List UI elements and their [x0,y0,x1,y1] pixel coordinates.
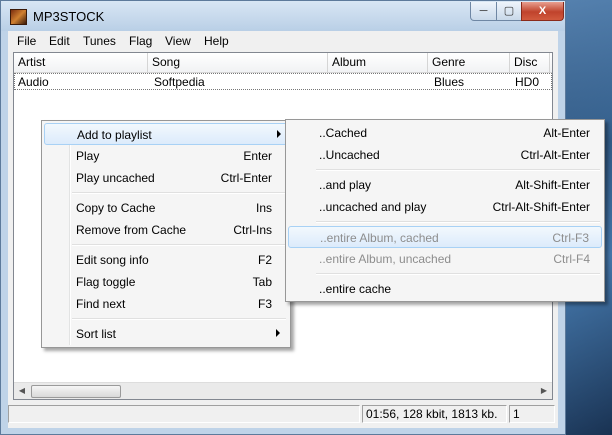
menu-item-shortcut: Ctrl-Alt-Enter [520,148,590,162]
column-header-song[interactable]: Song [148,53,328,72]
menu-help[interactable]: Help [204,34,229,48]
menu-item-shortcut: Ins [255,201,272,215]
menu-item-play-uncached[interactable]: Play uncached Ctrl-Enter [44,167,288,189]
menu-item-edit-song-info[interactable]: Edit song info F2 [44,249,288,271]
menu-item-shortcut: Alt-Enter [543,126,590,140]
menu-item-find-next[interactable]: Find next F3 [44,293,288,315]
menu-item-label: Play [76,149,100,163]
menu-separator [72,192,286,194]
menu-item-label: Find next [76,297,126,311]
menu-item-shortcut: Alt-Shift-Enter [515,178,590,192]
scroll-right-arrow-icon[interactable]: ▶ [536,384,552,398]
list-header: Artist Song Album Genre Disc [14,53,552,73]
menu-item-shortcut: Ctrl-F3 [552,231,589,245]
menu-item-label: ..and play [319,178,372,192]
menu-separator [316,221,600,223]
menu-item-label: Play uncached [76,171,155,185]
menu-item-label: Flag toggle [76,275,136,289]
window-title: MP3STOCK [33,9,105,24]
submenu-item-cached[interactable]: ..Cached Alt-Enter [288,122,602,144]
menu-view[interactable]: View [165,34,191,48]
menu-item-label: ..uncached and play [319,200,427,214]
menu-item-sort-list[interactable]: Sort list [44,323,288,345]
cell-disc: HD0 [515,75,540,89]
menu-item-label: Edit song info [76,253,149,267]
menu-item-label: Copy to Cache [76,201,156,215]
menu-separator [72,244,286,246]
menu-item-add-to-playlist[interactable]: Add to playlist [44,123,288,145]
table-row[interactable]: Audio Softpedia Blues HD0 [14,73,552,90]
submenu-item-entire-album-uncached[interactable]: ..entire Album, uncached Ctrl-F4 [288,248,602,270]
menu-item-copy-to-cache[interactable]: Copy to Cache Ins [44,197,288,219]
status-panel-empty [8,405,360,423]
status-bar: 01:56, 128 kbit, 1813 kb. 1 [8,403,558,427]
menu-item-label: Add to playlist [77,128,152,142]
context-menu: Add to playlist Play Enter Play uncached… [41,120,291,348]
cell-artist: Audio [18,75,49,89]
submenu-item-and-play[interactable]: ..and play Alt-Shift-Enter [288,174,602,196]
menu-bar: File Edit Tunes Flag View Help [8,31,558,51]
menu-item-label: ..Cached [319,126,368,140]
menu-item-remove-from-cache[interactable]: Remove from Cache Ctrl-Ins [44,219,288,241]
menu-item-shortcut: Ctrl-Enter [220,171,272,185]
menu-item-shortcut: Tab [252,275,272,289]
menu-item-play[interactable]: Play Enter [44,145,288,167]
menu-item-label: ..entire Album, cached [320,231,439,245]
cell-genre: Blues [434,75,465,89]
menu-item-shortcut: F3 [257,297,272,311]
scrollbar-thumb[interactable] [31,385,121,398]
column-header-genre[interactable]: Genre [428,53,510,72]
app-icon [10,9,27,25]
menu-separator [316,273,600,275]
playlist-submenu: ..Cached Alt-Enter ..Uncached Ctrl-Alt-E… [285,119,605,302]
minimize-button[interactable]: ─ [470,2,497,21]
menu-separator [316,169,600,171]
submenu-item-entire-cache[interactable]: ..entire cache [288,278,602,300]
submenu-item-uncached[interactable]: ..Uncached Ctrl-Alt-Enter [288,144,602,166]
menu-file[interactable]: File [17,34,36,48]
menu-item-shortcut: Ctrl-Ins [233,223,272,237]
status-count: 1 [509,405,555,423]
horizontal-scrollbar[interactable]: ◀ ▶ [14,382,552,399]
menu-edit[interactable]: Edit [49,34,70,48]
menu-item-label: ..entire Album, uncached [319,252,452,266]
cell-song: Softpedia [154,75,205,89]
submenu-arrow-icon [276,329,280,337]
menu-item-shortcut: Ctrl-F4 [553,252,590,266]
menu-tunes[interactable]: Tunes [83,34,116,48]
close-button[interactable]: X [521,2,564,21]
menu-item-label: ..entire cache [319,282,392,296]
menu-item-label: Sort list [76,327,117,341]
menu-item-flag-toggle[interactable]: Flag toggle Tab [44,271,288,293]
column-header-disc[interactable]: Disc [510,53,550,72]
status-track-info: 01:56, 128 kbit, 1813 kb. [362,405,507,423]
menu-flag[interactable]: Flag [129,34,152,48]
menu-separator [72,318,286,320]
scroll-left-arrow-icon[interactable]: ◀ [14,384,30,398]
column-header-album[interactable]: Album [328,53,428,72]
menu-item-label: ..Uncached [319,148,380,162]
column-header-artist[interactable]: Artist [14,53,148,72]
menu-item-shortcut: F2 [257,253,272,267]
menu-item-label: Remove from Cache [76,223,187,237]
title-bar[interactable]: MP3STOCK ─ ▢ X [1,1,565,31]
submenu-item-entire-album-cached[interactable]: ..entire Album, cached Ctrl-F3 [288,226,602,248]
menu-item-shortcut: Enter [243,149,272,163]
submenu-arrow-icon [277,130,281,138]
menu-item-shortcut: Ctrl-Alt-Shift-Enter [492,200,590,214]
submenu-item-uncached-and-play[interactable]: ..uncached and play Ctrl-Alt-Shift-Enter [288,196,602,218]
maximize-button[interactable]: ▢ [496,2,522,21]
